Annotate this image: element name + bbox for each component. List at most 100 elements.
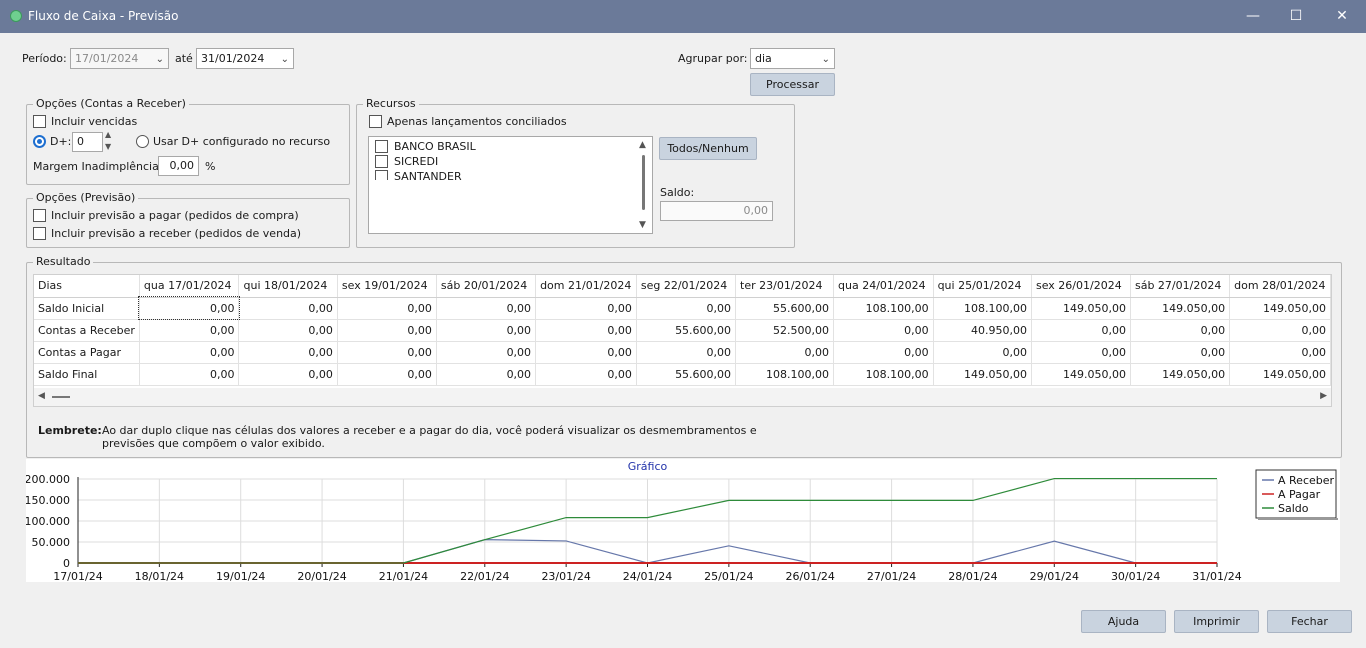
value-cell[interactable]: 108.100,00 [833, 297, 934, 320]
scroll-down-icon[interactable]: ▼ [639, 220, 646, 230]
value-cell[interactable]: 0,00 [238, 297, 338, 320]
value-cell[interactable]: 149.050,00 [933, 363, 1032, 386]
previsao-pagar-checkbox[interactable]: Incluir previsão a pagar (pedidos de com… [33, 209, 299, 222]
scroll-thumb[interactable] [642, 155, 645, 210]
scroll-thumb[interactable] [52, 396, 70, 398]
value-cell[interactable]: 149.050,00 [1031, 297, 1131, 320]
chevron-down-icon: ⌄ [155, 54, 164, 65]
value-cell[interactable]: 0,00 [337, 319, 437, 342]
value-cell[interactable]: 0,00 [535, 363, 637, 386]
value-cell[interactable]: 0,00 [1031, 319, 1131, 342]
value-cell[interactable]: 0,00 [535, 297, 637, 320]
close-button[interactable]: ✕ [1327, 4, 1357, 28]
value-cell[interactable]: 0,00 [139, 319, 240, 342]
value-cell[interactable]: 0,00 [833, 341, 934, 364]
value-cell[interactable]: 52.500,00 [735, 319, 834, 342]
value-cell[interactable]: 0,00 [535, 341, 637, 364]
recursos-list[interactable]: BANCO BRASIL SICREDI SANTANDER ▲ ▼ [368, 136, 653, 234]
value-cell[interactable]: 149.050,00 [1229, 363, 1331, 386]
value-cell[interactable]: 0,00 [436, 297, 537, 320]
value-cell[interactable]: 0,00 [1229, 319, 1331, 342]
value-cell[interactable]: 0,00 [436, 341, 537, 364]
value-cell[interactable]: 0,00 [535, 319, 637, 342]
scroll-right-icon[interactable]: ▶ [1320, 391, 1327, 401]
list-scrollbar[interactable]: ▲ ▼ [638, 139, 650, 231]
x-tick-label: 28/01/24 [948, 570, 997, 582]
usar-dplus-label: Usar D+ configurado no recurso [153, 135, 331, 148]
apenas-conciliados-checkbox[interactable]: Apenas lançamentos conciliados [369, 115, 567, 128]
value-cell[interactable]: 0,00 [1229, 341, 1331, 364]
date-to-picker[interactable]: 31/01/2024 ⌄ [196, 48, 294, 69]
value-cell[interactable]: 0,00 [636, 341, 737, 364]
spin-up-icon[interactable]: ▲ [105, 130, 111, 139]
recurso-item[interactable]: SICREDI [375, 155, 438, 168]
resultado-grid[interactable]: Dias qua 17/01/2024 qui 18/01/2024 sex 19/… [33, 274, 1332, 407]
value-cell[interactable]: 108.100,00 [933, 297, 1032, 320]
value-cell[interactable]: 0,00 [139, 363, 240, 386]
day-header-cell: qui 25/01/2024 [933, 275, 1032, 298]
value-cell[interactable]: 0,00 [833, 319, 934, 342]
date-from-picker[interactable]: 17/01/2024 ⌄ [70, 48, 169, 69]
value-cell[interactable]: 0,00 [337, 297, 437, 320]
value-cell[interactable]: 0,00 [238, 363, 338, 386]
value-cell[interactable]: 0,00 [337, 363, 437, 386]
x-tick-label: 20/01/24 [297, 570, 346, 582]
chevron-down-icon: ⌄ [280, 54, 289, 65]
agrupar-label: Agrupar por: [678, 52, 748, 65]
minimize-button[interactable]: — [1238, 4, 1268, 28]
day-header-cell: sex 26/01/2024 [1031, 275, 1131, 298]
value-cell[interactable]: 0,00 [238, 341, 338, 364]
dplus-input[interactable]: 0 [72, 132, 103, 152]
value-cell[interactable]: 0,00 [1130, 319, 1231, 342]
chart-title: Gráfico [628, 460, 668, 473]
window-title: Fluxo de Caixa - Previsão [28, 9, 179, 23]
header-cell-dias: Dias [34, 275, 140, 298]
usar-dplus-radio[interactable]: Usar D+ configurado no recurso [136, 135, 330, 148]
value-cell[interactable]: 55.600,00 [735, 297, 834, 320]
previsao-receber-checkbox[interactable]: Incluir previsão a receber (pedidos de v… [33, 227, 301, 240]
ajuda-button[interactable]: Ajuda [1081, 610, 1166, 633]
value-cell[interactable]: 0,00 [238, 319, 338, 342]
processar-button[interactable]: Processar [750, 73, 835, 96]
value-cell[interactable]: 0,00 [337, 341, 437, 364]
maximize-button[interactable]: ☐ [1281, 4, 1311, 28]
spin-down-icon[interactable]: ▼ [105, 142, 111, 151]
recurso-item[interactable]: SANTANDER [375, 170, 462, 180]
value-cell[interactable]: 55.600,00 [636, 319, 737, 342]
margem-label: Margem Inadimplência: [33, 160, 163, 173]
dplus-radio[interactable]: D+: [33, 135, 71, 148]
margem-input[interactable]: 0,00 [158, 156, 199, 176]
value-cell[interactable]: 0,00 [1130, 341, 1231, 364]
imprimir-button[interactable]: Imprimir [1174, 610, 1259, 633]
value-cell[interactable]: 149.050,00 [1031, 363, 1131, 386]
scroll-up-icon[interactable]: ▲ [639, 140, 646, 150]
value-cell[interactable]: 149.050,00 [1229, 297, 1331, 320]
y-tick-label: 200.000 [26, 473, 70, 486]
agrupar-select[interactable]: dia ⌄ [750, 48, 835, 69]
recurso-item[interactable]: BANCO BRASIL [375, 140, 476, 153]
date-to-value: 31/01/2024 [201, 52, 265, 65]
table-row: Saldo Final 0,00 0,00 0,00 0,00 0,00 55.600,00… [34, 363, 1331, 386]
value-cell[interactable]: 0,00 [933, 341, 1032, 364]
value-cell[interactable]: 0,00 [1031, 341, 1131, 364]
value-cell[interactable]: 149.050,00 [1130, 363, 1231, 386]
row-label: Contas a Pagar [34, 341, 140, 364]
value-cell[interactable]: 0,00 [735, 341, 834, 364]
value-cell[interactable]: 0,00 [436, 363, 537, 386]
value-cell[interactable]: 40.950,00 [933, 319, 1032, 342]
grid-horizontal-scrollbar[interactable]: ◀ ▶ [34, 388, 1331, 406]
fechar-button[interactable]: Fechar [1267, 610, 1352, 633]
day-header-cell: qui 18/01/2024 [238, 275, 338, 298]
scroll-left-icon[interactable]: ◀ [38, 391, 45, 401]
value-cell[interactable]: 0,00 [139, 341, 240, 364]
value-cell[interactable]: 108.100,00 [833, 363, 934, 386]
value-cell[interactable]: 0,00 [636, 297, 737, 320]
value-cell[interactable]: 149.050,00 [1130, 297, 1231, 320]
incluir-vencidas-checkbox[interactable]: Incluir vencidas [33, 115, 137, 128]
value-cell[interactable]: 108.100,00 [735, 363, 834, 386]
recurso-item-label: SANTANDER [394, 170, 462, 180]
todos-nenhum-button[interactable]: Todos/Nenhum [659, 137, 757, 160]
value-cell[interactable]: 0,00 [436, 319, 537, 342]
value-cell[interactable]: 0,00 [138, 296, 240, 320]
value-cell[interactable]: 55.600,00 [636, 363, 737, 386]
